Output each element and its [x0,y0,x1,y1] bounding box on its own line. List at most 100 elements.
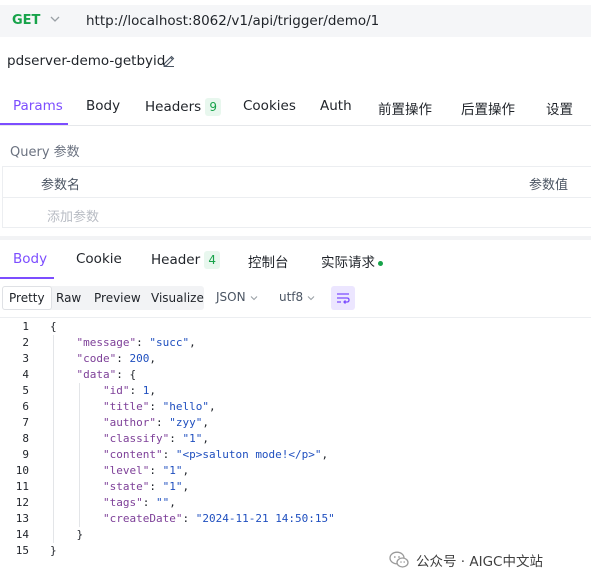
code-line-content: } [50,544,57,557]
wrap-lines-icon [337,293,350,304]
line-number: 7 [22,416,29,429]
line-number: 9 [22,448,29,461]
code-line-content: "tags": "", [50,496,176,509]
tab-actual-request-label: 实际请求 [321,255,375,271]
json-value: "zyy" [169,416,203,429]
wechat-icon [389,551,409,568]
language-select-value: JSON [216,290,246,304]
watermark-text: 公众号 · AIGC中文站 [416,554,543,570]
tab-actual-request[interactable]: 实际请求 [321,251,383,271]
mode-raw-button[interactable]: Raw [50,286,87,310]
code-line: 13 "createDate": "2024-11-21 14:50:15" [0,511,591,527]
tab-pre-request[interactable]: 前置操作 [378,98,432,118]
url-bar: GET http://localhost:8062/v1/api/trigger… [0,5,591,37]
response-tabs: Body Cookie Header 4 控制台 实际请求 [0,240,591,280]
json-punctuation: : [142,496,156,509]
active-tab-indicator [0,123,68,125]
line-number: 13 [15,512,29,525]
line-number: 14 [15,528,29,541]
json-key: "data" [76,368,117,381]
tab-cookies[interactable]: Cookies [243,98,296,114]
mode-visualize-button[interactable]: Visualize [145,286,210,310]
code-line-content: "state": "1", [50,480,189,493]
param-value-header: 参数值 [529,178,569,193]
json-punctuation: , [202,416,209,429]
url-input[interactable]: http://localhost:8062/v1/api/trigger/dem… [86,13,379,29]
json-punctuation: , [169,496,176,509]
tab-response-body[interactable]: Body [13,251,47,267]
json-key: "classify" [102,432,170,445]
json-punctuation: : [149,400,163,413]
tab-response-cookie[interactable]: Cookie [76,251,122,267]
edit-icon[interactable] [162,54,176,68]
json-key: "title" [102,400,150,413]
line-number: 4 [22,368,29,381]
line-number: 11 [15,480,29,493]
json-punctuation: : [116,352,130,365]
json-punctuation: , [149,384,156,397]
line-number: 2 [22,336,29,349]
json-key: "code" [76,352,117,365]
line-number: 5 [22,384,29,397]
chevron-down-icon[interactable] [48,12,62,26]
code-line: 5 "id": 1, [0,383,591,399]
json-punctuation: : [136,336,150,349]
line-number: 8 [22,432,29,445]
request-name[interactable]: pdserver-demo-getbyid [7,53,165,69]
code-line: 1{ [0,319,591,335]
language-select[interactable]: JSON [216,290,259,304]
tab-auth[interactable]: Auth [320,98,352,114]
json-punctuation: , [182,464,190,477]
line-number: 3 [22,352,29,365]
json-value: "succ" [149,336,190,349]
code-line-content: "content": "<p>saluton mode!</p>", [50,448,328,461]
tab-body[interactable]: Body [86,98,120,114]
code-line-content: "id": 1, [50,384,156,397]
response-header-count-badge: 4 [204,251,221,269]
json-value: "hello" [162,400,209,413]
json-punctuation: , [182,480,190,493]
json-value: "<p>saluton mode!</p>" [175,448,322,461]
json-punctuation: : [182,512,196,525]
json-key: "author" [102,416,156,429]
tab-response-header-label: Header [151,252,201,268]
encoding-select[interactable]: utf8 [279,290,316,304]
json-punctuation: } [76,528,84,541]
code-line-content: "level": "1", [50,464,189,477]
json-punctuation: , [208,400,216,413]
json-punctuation: , [202,432,209,445]
tab-params[interactable]: Params [13,98,63,114]
method-select[interactable]: GET [12,13,40,28]
json-key: "createDate" [102,512,183,525]
json-key: "message" [76,336,137,349]
tab-response-header[interactable]: Header 4 [151,251,221,269]
line-number: 15 [15,544,29,557]
code-line: 14 } [0,527,591,543]
json-value: "1" [182,432,203,445]
tab-settings[interactable]: 设置 [546,98,573,118]
line-number: 12 [15,496,29,509]
code-line-content: "createDate": "2024-11-21 14:50:15" [50,512,335,525]
mode-pretty-button[interactable]: Pretty [2,286,52,310]
code-line-content: "classify": "1", [50,432,209,445]
tab-console[interactable]: 控制台 [248,251,289,271]
word-wrap-button[interactable] [331,286,355,310]
add-param-input[interactable]: 添加参数 [47,206,99,225]
code-line: 3 "code": 200, [0,351,591,367]
params-table: 参数名 参数值 添加参数 [2,166,591,228]
line-number: 10 [15,464,29,477]
mode-preview-button[interactable]: Preview [88,286,147,310]
json-punctuation: : [149,480,163,493]
code-line: 2 "message": "succ", [0,335,591,351]
chevron-down-icon [307,295,315,300]
tab-headers[interactable]: Headers 9 [145,98,222,116]
tab-post-request[interactable]: 后置操作 [461,98,515,118]
chevron-down-icon [250,295,257,300]
editor-top-border [0,317,591,318]
